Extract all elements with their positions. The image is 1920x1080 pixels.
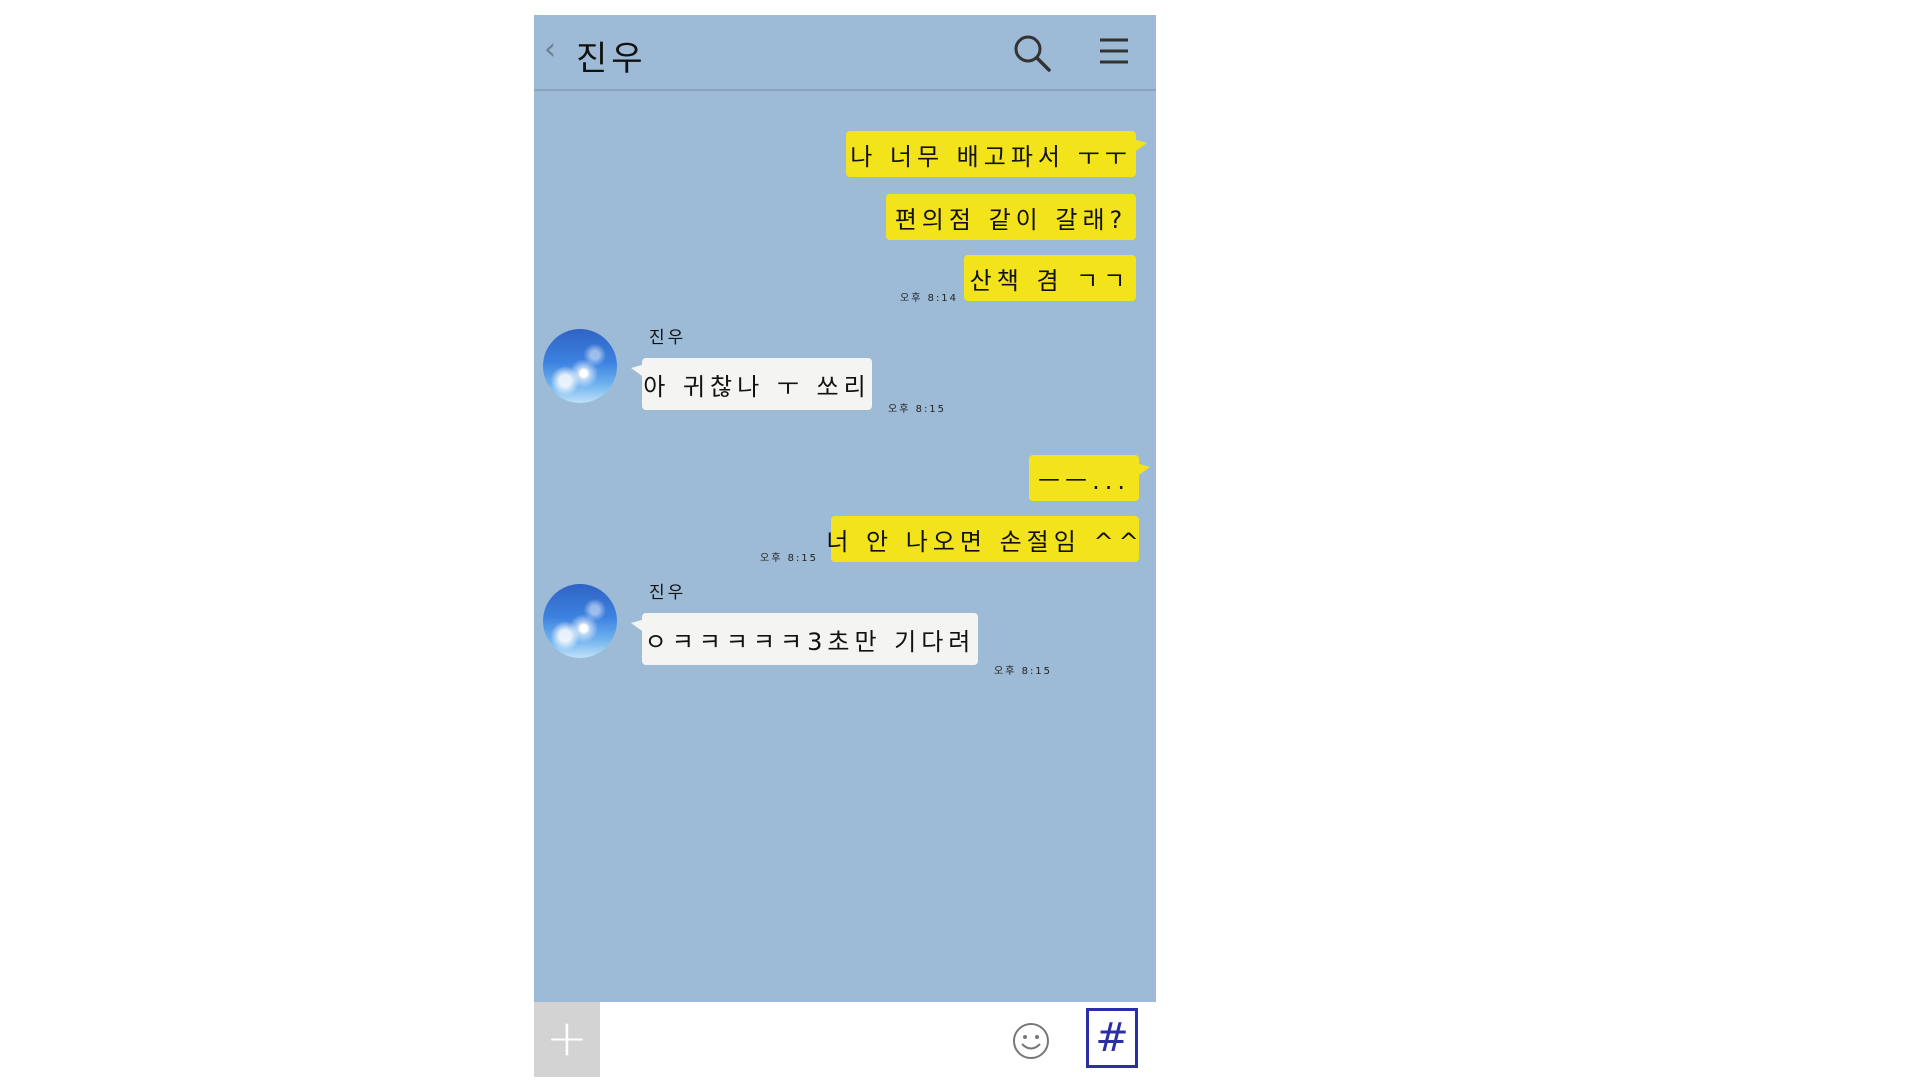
message-timestamp: 오후 8:15 <box>760 553 819 564</box>
message-timestamp: 오후 8:14 <box>900 293 959 304</box>
message-timestamp: 오후 8:15 <box>994 666 1053 677</box>
smiley-icon[interactable] <box>1011 1021 1051 1061</box>
chevron-left-icon[interactable]: ‹ <box>544 35 556 65</box>
message-bubble-sent[interactable]: 나 너무 배고파서 ㅜㅜ <box>846 131 1147 177</box>
message-bubble-sent[interactable]: ㅡㅡ... <box>1029 455 1150 501</box>
chat-title: 진우 <box>576 39 647 79</box>
menu-icon[interactable] <box>1098 35 1130 67</box>
chat-header: ‹ 진우 <box>534 15 1156 91</box>
search-icon[interactable] <box>1012 33 1052 73</box>
message-bubble-sent[interactable]: 편의점 같이 갈래? <box>886 194 1136 240</box>
plus-button[interactable]: + <box>534 1002 600 1077</box>
message-bubble-received[interactable]: 아 귀찮나 ㅜ 쏘리 <box>631 358 872 410</box>
message-timestamp: 오후 8:15 <box>888 404 947 415</box>
message-bubble-received[interactable]: ㅇㅋㅋㅋㅋㅋ3초만 기다려 <box>631 613 978 665</box>
hashtag-button[interactable]: # <box>1086 1008 1138 1068</box>
input-bar: + # <box>534 1002 1156 1077</box>
sender-name: 진우 <box>649 328 687 348</box>
avatar[interactable] <box>543 329 617 403</box>
message-bubble-sent[interactable]: 너 안 나오면 손절임 ^^ <box>826 516 1139 562</box>
message-bubble-sent[interactable]: 산책 겸 ㄱㄱ <box>964 255 1136 301</box>
chat-area[interactable]: ‹ 진우 나 너무 배고파서 ㅜㅜ 편의점 같이 갈래? 산책 겸 ㄱㄱ 오후 … <box>534 15 1156 1002</box>
avatar[interactable] <box>543 584 617 658</box>
chat-window: ‹ 진우 나 너무 배고파서 ㅜㅜ 편의점 같이 갈래? 산책 겸 ㄱㄱ 오후 … <box>534 15 1156 1077</box>
sender-name: 진우 <box>649 583 687 603</box>
